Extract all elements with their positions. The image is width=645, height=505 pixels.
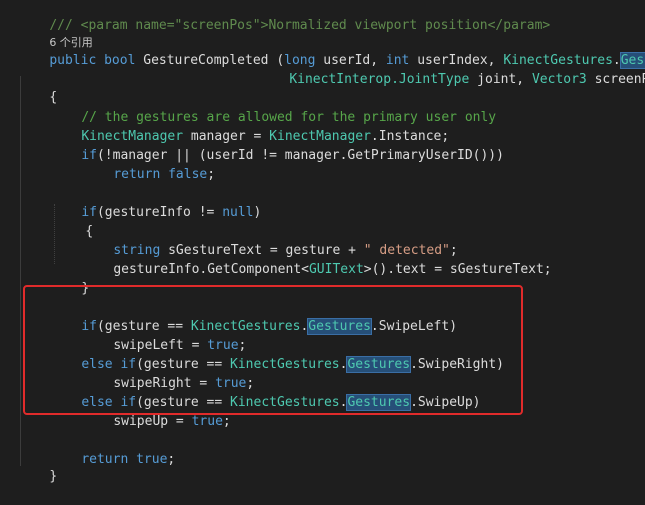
getcomponent-call: gestureInfo.GetComponent< bbox=[113, 262, 309, 277]
keyword-false: false bbox=[168, 167, 208, 182]
code-line-signature: public bool GestureCompleted (long userI… bbox=[18, 32, 645, 69]
type-kinectinterop: KinectInterop bbox=[289, 72, 392, 87]
param-screenpos: screenPos bbox=[594, 72, 645, 87]
keyword-public: public bbox=[49, 53, 97, 68]
code-editor[interactable]: /// <param name="screenPos">Normalized v… bbox=[0, 0, 645, 486]
swipe-right-value: .SwipeRight) bbox=[410, 357, 504, 372]
doc-comment: /// <param name="screenPos">Normalized v… bbox=[49, 18, 551, 33]
fold-guide bbox=[20, 76, 21, 466]
swipe-left-value: .SwipeLeft) bbox=[370, 319, 458, 334]
code-line-brace-open: { bbox=[18, 69, 57, 105]
type-guitext: GUIText bbox=[308, 262, 364, 277]
semicolon: ; bbox=[222, 414, 231, 429]
brace-close: } bbox=[81, 281, 90, 296]
semicolon: ; bbox=[167, 452, 176, 467]
reference-count-line: 6 个引用 bbox=[18, 14, 93, 49]
code-line-swipeup-if: else if(gesture == KinectGestures.Gestur… bbox=[81, 394, 481, 411]
paren-close: ) bbox=[253, 205, 262, 220]
code-line-manager: KinectManager manager = KinectManager.In… bbox=[50, 108, 449, 144]
if-condition: (gestureInfo != bbox=[96, 205, 215, 220]
keyword-return: return bbox=[81, 452, 129, 467]
code-line-comment: // the gestures are allowed for the prim… bbox=[50, 89, 496, 125]
code-line-signature-cont: KinectInterop.JointType joint, Vector3 s… bbox=[258, 51, 645, 87]
code-line-getcomponent: gestureInfo.GetComponent<GUIText>().text… bbox=[82, 241, 551, 277]
type-vector3: Vector3 bbox=[531, 72, 587, 87]
semicolon: ; bbox=[207, 167, 216, 182]
keyword-true: true bbox=[191, 414, 223, 429]
code-line-return-true: return true; bbox=[50, 431, 175, 467]
code-line-brace-close: } bbox=[18, 448, 57, 484]
param-joint: joint, bbox=[477, 72, 525, 87]
method-name: GestureCompleted bbox=[143, 53, 269, 68]
code-line-if-manager: if(!manager || (userId != manager.GetPri… bbox=[50, 127, 504, 163]
keyword-true: true bbox=[136, 452, 168, 467]
keyword-bool: bool bbox=[104, 53, 136, 68]
highlighted-gestures-ref: Gestures bbox=[346, 394, 412, 411]
keyword-null: null bbox=[222, 205, 254, 220]
code-line-inner-brace-open: { bbox=[54, 203, 93, 239]
swipe-up-value: .SwipeUp) bbox=[410, 395, 481, 410]
editor-gutter bbox=[0, 0, 18, 486]
code-line-doc-comment: /// <param name="screenPos">Normalized v… bbox=[18, 0, 550, 33]
code-line-inner-brace-close: } bbox=[50, 260, 89, 296]
code-line-return-false: return false; bbox=[82, 146, 215, 182]
text-assignment: >().text = sGestureText; bbox=[363, 262, 552, 277]
code-line-swipeleft-if: if(gesture == KinectGestures.Gestures.Sw… bbox=[81, 318, 458, 335]
code-line-string: string sGestureText = gesture + " detect… bbox=[82, 222, 457, 258]
type-jointtype: .JointType bbox=[391, 72, 470, 87]
swipeup-assign: swipeUp = bbox=[113, 414, 184, 429]
highlighted-gestures-ref: Gestures bbox=[307, 318, 372, 335]
brace-close: } bbox=[49, 469, 58, 484]
code-line-if-gestureinfo: if(gestureInfo != null) bbox=[50, 184, 261, 220]
type-kinectgestures: KinectGestures bbox=[230, 395, 340, 410]
code-line-swipeup-assign: swipeUp = true; bbox=[82, 393, 230, 429]
code-line-swiperight-if: else if(gesture == KinectGestures.Gestur… bbox=[81, 356, 504, 373]
code-line-swipeleft-assign: swipeLeft = true; bbox=[82, 317, 246, 353]
highlighted-gestures-ref: Gestures bbox=[346, 356, 412, 373]
code-line-swiperight-assign: swipeRight = true; bbox=[82, 355, 254, 391]
keyword-return: return bbox=[113, 167, 161, 182]
